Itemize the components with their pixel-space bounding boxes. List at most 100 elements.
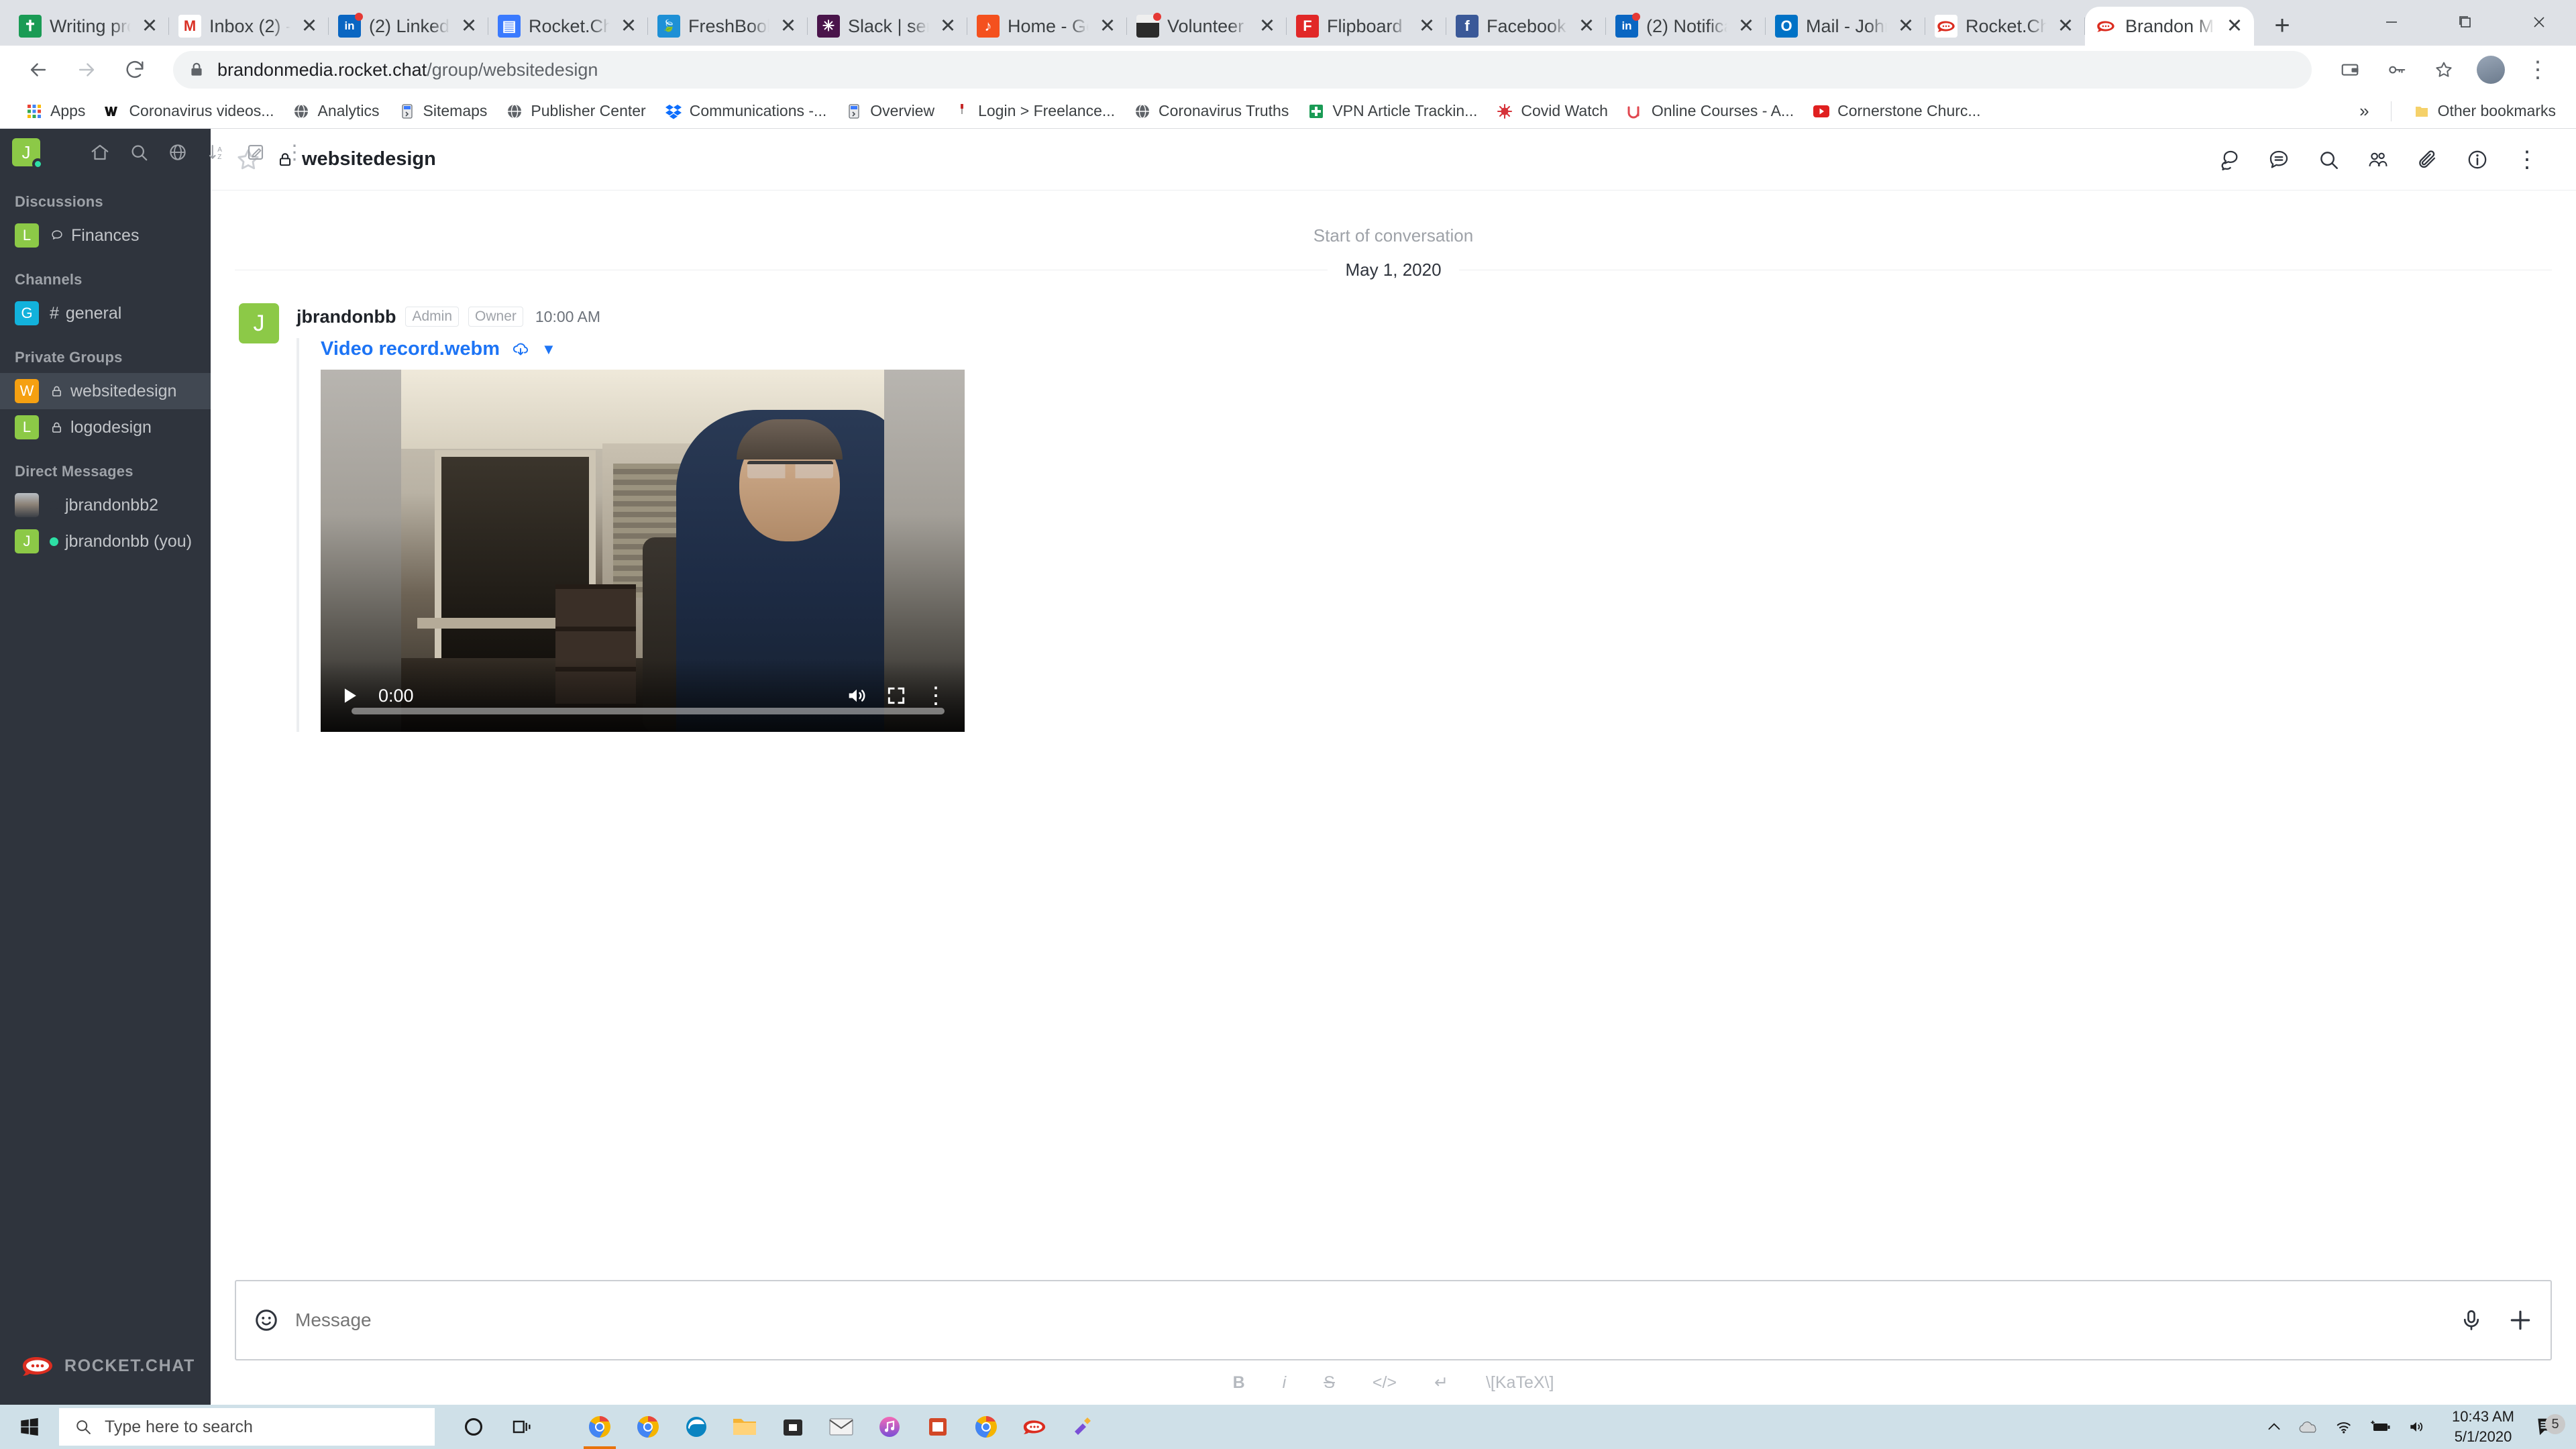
back-button[interactable] bbox=[17, 49, 59, 91]
tab-close-button[interactable]: ✕ bbox=[459, 16, 479, 36]
kebab-menu-icon[interactable]: ⋮ bbox=[275, 133, 314, 172]
reload-button[interactable] bbox=[114, 49, 156, 91]
search-icon[interactable] bbox=[119, 133, 158, 172]
bookmark-item[interactable]: Cornerstone Churc... bbox=[1803, 102, 1990, 120]
room-info-icon[interactable] bbox=[2453, 135, 2502, 184]
code-button[interactable]: </> bbox=[1373, 1373, 1397, 1393]
browser-tab[interactable]: Rocket.Cha ✕ bbox=[1925, 7, 2085, 46]
tab-close-button[interactable]: ✕ bbox=[2224, 16, 2245, 36]
key-icon[interactable] bbox=[2376, 49, 2418, 91]
action-center-icon[interactable]: 5 bbox=[2525, 1414, 2569, 1437]
chrome-icon-3[interactable] bbox=[962, 1405, 1010, 1449]
bookmark-item[interactable]: Apps bbox=[16, 102, 95, 120]
search-messages-icon[interactable] bbox=[2304, 135, 2353, 184]
tab-close-button[interactable]: ✕ bbox=[299, 16, 319, 36]
powerpoint-icon[interactable] bbox=[914, 1405, 962, 1449]
wifi-icon[interactable] bbox=[2334, 1418, 2354, 1436]
profile-avatar[interactable] bbox=[2477, 56, 2505, 84]
other-bookmarks-button[interactable]: Other bookmarks bbox=[2404, 102, 2560, 120]
cortana-icon[interactable] bbox=[449, 1405, 498, 1449]
bookmark-item[interactable]: Sitemaps bbox=[389, 102, 497, 120]
forward-button[interactable] bbox=[66, 49, 107, 91]
browser-tab[interactable]: M Inbox (2) - ✕ bbox=[169, 7, 329, 46]
browser-tab[interactable]: ✝ Writing pro ✕ bbox=[9, 7, 169, 46]
message-input[interactable] bbox=[295, 1309, 2443, 1331]
bookmark-item[interactable]: Online Courses - A... bbox=[1617, 102, 1803, 120]
browser-tab[interactable]: F Flipboard ✕ bbox=[1287, 7, 1446, 46]
show-hidden-icons[interactable] bbox=[2265, 1418, 2283, 1436]
tab-close-button[interactable]: ✕ bbox=[1736, 16, 1756, 36]
chevron-down-icon[interactable]: ▼ bbox=[541, 341, 556, 358]
browser-tab[interactable]: O Mail - John ✕ bbox=[1766, 7, 1925, 46]
threads-icon[interactable] bbox=[2254, 135, 2304, 184]
sidebar-item-general[interactable]: G # general bbox=[0, 295, 211, 331]
tab-close-button[interactable]: ✕ bbox=[1257, 16, 1277, 36]
kebab-menu-icon[interactable]: ⋮ bbox=[2502, 135, 2552, 184]
bookmark-item[interactable]: Coronavirus videos... bbox=[95, 102, 283, 120]
sidebar-item-finances[interactable]: L Finances bbox=[0, 217, 211, 254]
battery-icon[interactable] bbox=[2369, 1419, 2392, 1435]
browser-tab[interactable]: ▤ Rocket.Cha ✕ bbox=[488, 7, 648, 46]
browser-tab[interactable]: ♪ Home - Go ✕ bbox=[967, 7, 1127, 46]
discussions-icon[interactable] bbox=[2204, 135, 2254, 184]
tab-close-button[interactable]: ✕ bbox=[2055, 16, 2076, 36]
video-progress-bar[interactable] bbox=[352, 708, 945, 714]
file-explorer-icon[interactable] bbox=[720, 1405, 769, 1449]
tab-close-button[interactable]: ✕ bbox=[1896, 16, 1916, 36]
address-bar[interactable]: brandonmedia.rocket.chat/group/websitede… bbox=[173, 51, 2312, 89]
members-icon[interactable] bbox=[2353, 135, 2403, 184]
cast-icon[interactable] bbox=[2329, 49, 2371, 91]
bookmark-item[interactable]: Login > Freelance... bbox=[944, 102, 1124, 120]
taskbar-search[interactable]: Type here to search bbox=[59, 1408, 435, 1446]
play-icon[interactable] bbox=[338, 684, 361, 707]
minimize-button[interactable] bbox=[2355, 0, 2428, 44]
chrome-icon[interactable] bbox=[576, 1405, 624, 1449]
close-window-button[interactable] bbox=[2502, 0, 2576, 44]
new-tab-button[interactable]: + bbox=[2263, 7, 2301, 44]
bookmark-star-icon[interactable] bbox=[2423, 49, 2465, 91]
tab-close-button[interactable]: ✕ bbox=[778, 16, 798, 36]
message-username[interactable]: jbrandonbb bbox=[297, 307, 396, 327]
video-player[interactable]: 0:00 ⋮ bbox=[321, 370, 965, 732]
video-more-menu-icon[interactable]: ⋮ bbox=[924, 682, 947, 709]
tab-close-button[interactable]: ✕ bbox=[140, 16, 160, 36]
message-composer[interactable] bbox=[235, 1280, 2552, 1360]
bookmark-item[interactable]: Communications -... bbox=[655, 102, 837, 120]
browser-tab[interactable]: 🍃 FreshBooks ✕ bbox=[648, 7, 808, 46]
bookmark-item[interactable]: Covid Watch bbox=[1487, 102, 1617, 120]
maximize-button[interactable] bbox=[2428, 0, 2502, 44]
create-new-icon[interactable] bbox=[236, 133, 275, 172]
tab-close-button[interactable]: ✕ bbox=[1097, 16, 1118, 36]
emoji-icon[interactable] bbox=[254, 1307, 279, 1333]
tab-close-button[interactable]: ✕ bbox=[938, 16, 958, 36]
browser-tab[interactable]: f Facebook ✕ bbox=[1446, 7, 1606, 46]
sidebar-item-logodesign[interactable]: Llogodesign bbox=[0, 409, 211, 445]
tab-close-button[interactable]: ✕ bbox=[619, 16, 639, 36]
browser-tab[interactable]: ✳ Slack | serv ✕ bbox=[808, 7, 967, 46]
onedrive-icon[interactable] bbox=[2298, 1417, 2319, 1436]
bookmark-item[interactable]: Coronavirus Truths bbox=[1124, 102, 1298, 120]
task-view-icon[interactable] bbox=[498, 1405, 546, 1449]
browser-menu-button[interactable]: ⋮ bbox=[2517, 49, 2559, 91]
edge-icon[interactable] bbox=[672, 1405, 720, 1449]
sidebar-item-jbrandonbb-you-[interactable]: Jjbrandonbb (you) bbox=[0, 523, 211, 559]
browser-tab[interactable]: in (2) LinkedIn ✕ bbox=[329, 7, 488, 46]
katex-button[interactable]: \[KaTeX\] bbox=[1486, 1373, 1554, 1393]
directory-globe-icon[interactable] bbox=[158, 133, 197, 172]
plus-icon[interactable] bbox=[2508, 1307, 2533, 1333]
bookmark-item[interactable]: VPN Article Trackin... bbox=[1298, 102, 1487, 120]
chrome-icon-2[interactable] bbox=[624, 1405, 672, 1449]
sidebar-item-websitedesign[interactable]: Wwebsitedesign bbox=[0, 373, 211, 409]
tab-close-button[interactable]: ✕ bbox=[1576, 16, 1597, 36]
snip-icon[interactable] bbox=[1059, 1405, 1107, 1449]
browser-tab[interactable]: Brandon M ✕ bbox=[2085, 7, 2254, 46]
strike-button[interactable]: S bbox=[1324, 1373, 1335, 1393]
volume-icon[interactable] bbox=[845, 684, 868, 707]
bookmark-item[interactable]: Publisher Center bbox=[496, 102, 655, 120]
rocketchat-icon[interactable] bbox=[1010, 1405, 1059, 1449]
tab-close-button[interactable]: ✕ bbox=[1417, 16, 1437, 36]
sidebar-item-jbrandonbb2[interactable]: jbrandonbb2 bbox=[0, 487, 211, 523]
sort-az-icon[interactable]: AZ bbox=[197, 133, 236, 172]
fullscreen-icon[interactable] bbox=[885, 685, 907, 706]
browser-tab[interactable]: Volunteer o ✕ bbox=[1127, 7, 1287, 46]
